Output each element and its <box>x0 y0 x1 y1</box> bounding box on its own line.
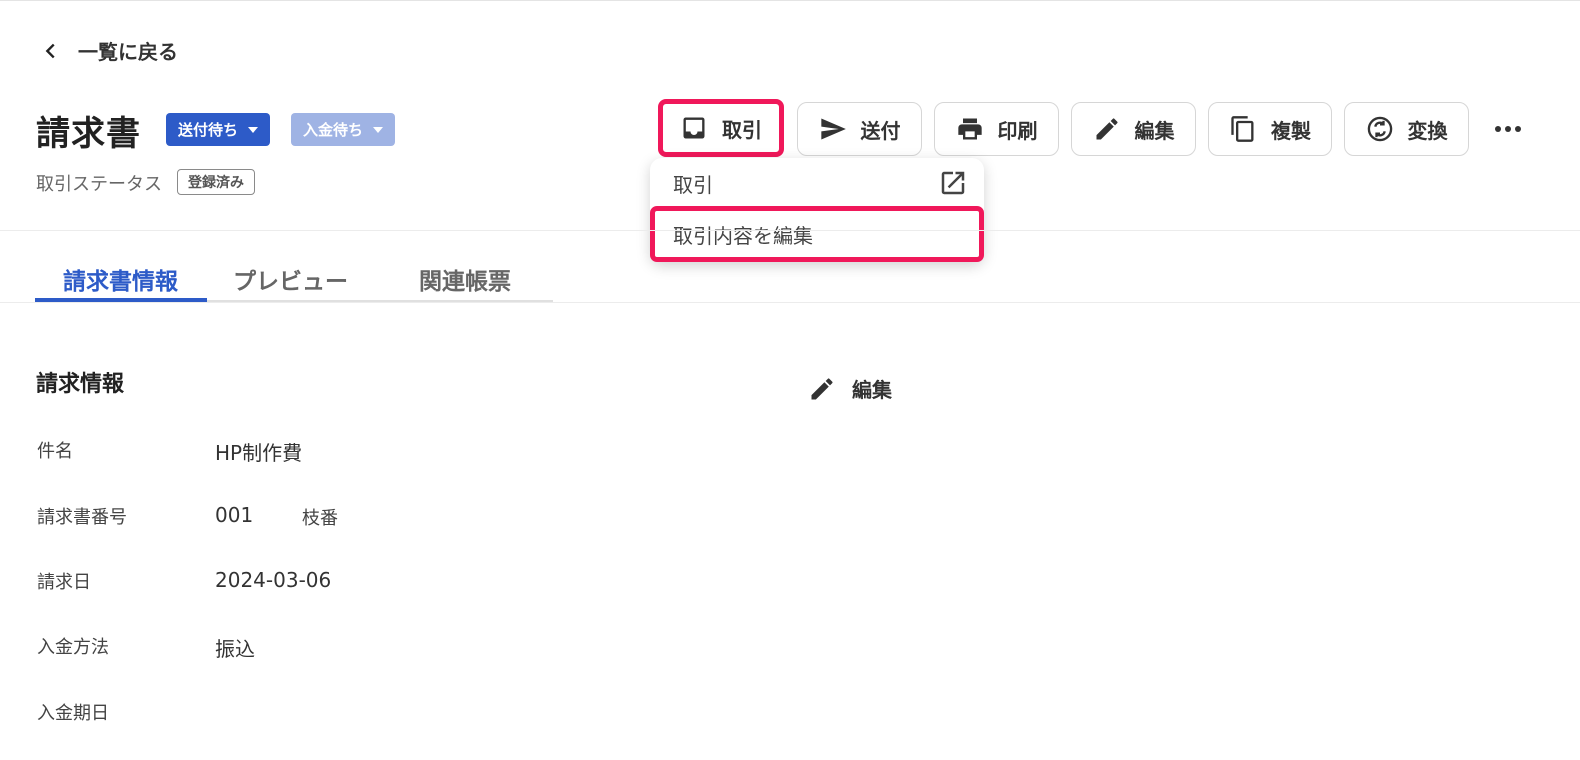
duplicate-button[interactable]: 複製 <box>1208 102 1332 156</box>
chevron-left-icon <box>45 43 55 58</box>
deal-button[interactable]: 取引 <box>658 99 784 157</box>
section-title: 請求情報 <box>36 372 125 397</box>
back-label: 一覧に戻る <box>78 40 178 64</box>
back-to-list-link[interactable]: 一覧に戻る <box>40 36 178 65</box>
field-label-payment-due: 入金期日 <box>37 703 109 724</box>
deal-dropdown-menu: 取引 取引内容を編集 <box>650 158 984 262</box>
field-label-invoice-date: 請求日 <box>37 572 91 593</box>
more-horizontal-icon <box>1495 126 1521 132</box>
send-status-dropdown[interactable]: 送付待ち <box>166 113 271 146</box>
page-title: 請求書 <box>36 114 141 154</box>
pencil-icon <box>811 377 833 399</box>
tab-preview[interactable]: プレビュー <box>233 262 348 296</box>
dropdown-item-deal[interactable]: 取引 <box>650 158 984 208</box>
field-value-payment-method: 振込 <box>215 637 255 661</box>
caret-down-icon <box>248 126 259 133</box>
duplicate-button-label: 複製 <box>1271 118 1311 143</box>
inbox-icon <box>683 117 705 139</box>
caret-down-icon <box>373 126 384 133</box>
field-label-subject: 件名 <box>37 441 73 462</box>
convert-button-label: 変換 <box>1407 118 1448 143</box>
print-button-label: 印刷 <box>997 118 1038 143</box>
tabs-divider <box>0 302 1580 303</box>
field-label-payment-method: 入金方法 <box>37 637 109 658</box>
send-icon <box>820 118 846 140</box>
deal-status-badge: 登録済み <box>177 169 255 195</box>
payment-status-label: 入金待ち <box>303 121 364 139</box>
dropdown-item-edit-deal-label: 取引内容を編集 <box>673 223 813 248</box>
dropdown-item-edit-deal[interactable]: 取引内容を編集 <box>650 206 984 262</box>
open-in-new-icon <box>941 171 965 195</box>
tab-bar: 請求書情報 プレビュー 関連帳票 <box>35 250 553 302</box>
top-divider <box>0 0 1580 1</box>
field-value-subject: HP制作費 <box>215 441 303 465</box>
send-button[interactable]: 送付 <box>797 102 922 156</box>
edit-button[interactable]: 編集 <box>1071 102 1196 156</box>
deal-button-label: 取引 <box>722 117 762 142</box>
dropdown-item-deal-label: 取引 <box>673 172 713 197</box>
tab-related-documents[interactable]: 関連帳票 <box>419 262 511 296</box>
tab-invoice-info[interactable]: 請求書情報 <box>63 262 178 296</box>
pencil-icon <box>1096 118 1118 140</box>
deal-status-label: 取引ステータス <box>36 174 162 195</box>
header-divider <box>0 230 1580 231</box>
section-edit-button[interactable]: 編集 <box>808 374 892 403</box>
field-label-branch-number: 枝番 <box>302 508 338 529</box>
field-value-invoice-number: 001 <box>215 503 254 527</box>
more-options-button[interactable] <box>1490 113 1526 145</box>
field-value-invoice-date: 2024-03-06 <box>215 568 332 592</box>
send-button-label: 送付 <box>860 118 901 143</box>
copy-icon <box>1231 116 1254 142</box>
payment-status-dropdown[interactable]: 入金待ち <box>291 113 396 146</box>
send-status-label: 送付待ち <box>178 121 239 139</box>
print-button[interactable]: 印刷 <box>934 102 1059 156</box>
convert-icon <box>1367 116 1392 142</box>
convert-button[interactable]: 変換 <box>1344 102 1469 156</box>
section-edit-label: 編集 <box>852 378 892 402</box>
field-label-invoice-number: 請求書番号 <box>37 507 127 528</box>
edit-button-label: 編集 <box>1134 118 1175 143</box>
printer-icon <box>957 118 982 140</box>
